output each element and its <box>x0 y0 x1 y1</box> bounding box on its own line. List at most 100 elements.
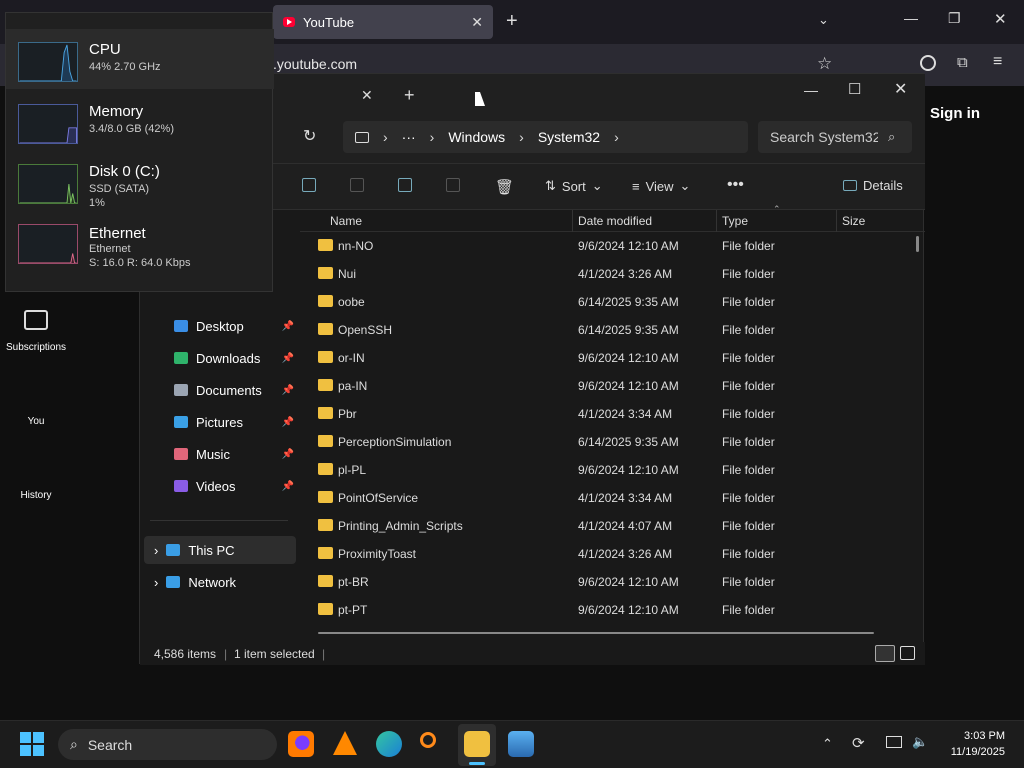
folder-icon <box>318 239 333 251</box>
menu-icon[interactable]: ≡ <box>993 53 1002 71</box>
pin-icon: 📌 <box>281 480 294 492</box>
start-button[interactable] <box>20 732 44 756</box>
share-button[interactable] <box>446 178 460 192</box>
column-type[interactable]: Type <box>722 214 748 228</box>
close-browser-button[interactable]: ✕ <box>994 10 1007 28</box>
view-button[interactable]: ≡ View ⌄ <box>632 178 690 194</box>
vlc-icon[interactable] <box>333 731 357 755</box>
tm-cpu[interactable]: CPU 44% 2.70 GHz <box>6 29 274 89</box>
sort-button[interactable]: ⇅ Sort ⌄ <box>545 178 603 194</box>
table-row[interactable]: OpenSSH 6/14/2025 9:35 AM File folder <box>300 316 910 344</box>
bookmark-star-icon[interactable]: ☆ <box>817 54 832 74</box>
account-icon[interactable] <box>920 55 936 71</box>
maximize-button[interactable]: ☐ <box>848 80 861 98</box>
tm-ethernet[interactable]: Ethernet Ethernet S: 16.0 R: 64.0 Kbps <box>6 211 274 271</box>
nav-network[interactable]: › Network <box>144 568 292 596</box>
minimize-button[interactable]: — <box>804 82 818 98</box>
rename-button[interactable] <box>398 178 412 192</box>
table-row[interactable]: PerceptionSimulation 6/14/2025 9:35 AM Fil… <box>300 428 910 456</box>
sidebar-history[interactable]: History <box>0 490 72 501</box>
file-type: File folder <box>722 519 775 533</box>
breadcrumb[interactable]: › ··· › Windows › System32 › <box>343 121 748 153</box>
table-row[interactable]: pt-BR 9/6/2024 12:10 AM File folder <box>300 568 910 596</box>
breadcrumb-windows[interactable]: Windows <box>448 129 505 145</box>
nav-label: This PC <box>188 542 235 558</box>
horizontal-scrollbar[interactable] <box>318 632 874 634</box>
taskbar-search[interactable]: ⌕ Search <box>58 729 277 760</box>
nav-documents[interactable]: Documents 📌 <box>150 376 298 404</box>
table-row[interactable]: pl-PL 9/6/2024 12:10 AM File folder <box>300 456 910 484</box>
nav-downloads[interactable]: Downloads 📌 <box>150 344 298 372</box>
column-date-modified[interactable]: Date modified <box>578 214 652 228</box>
nav-pictures[interactable]: Pictures 📌 <box>150 408 298 436</box>
table-row[interactable]: ProximityToast 4/1/2024 3:26 AM File folde… <box>300 540 910 568</box>
details-button[interactable]: Details <box>843 178 903 193</box>
table-row[interactable]: or-IN 9/6/2024 12:10 AM File folder <box>300 344 910 372</box>
nav-videos[interactable]: Videos 📌 <box>150 472 298 500</box>
delete-button[interactable]: 🗑 <box>495 178 514 196</box>
sidebar-you[interactable]: You <box>0 416 72 427</box>
monitor-icon[interactable] <box>355 131 369 143</box>
sidebar-subscriptions[interactable]: Subscriptions <box>0 342 72 353</box>
mouse-cursor-icon <box>475 92 485 106</box>
file-name: pt-PT <box>338 603 368 617</box>
nav-music[interactable]: Music 📌 <box>150 440 298 468</box>
file-type: File folder <box>722 323 775 337</box>
table-row[interactable]: Printing_Admin_Scripts 4/1/2024 4:07 AM Fi… <box>300 512 910 540</box>
breadcrumb-system32[interactable]: System32 <box>538 129 600 145</box>
more-options-icon[interactable]: ••• <box>727 176 744 194</box>
minimize-browser-button[interactable]: — <box>904 10 918 26</box>
new-tab-button[interactable]: + <box>506 10 518 33</box>
tm-memory[interactable]: Memory 3.4/8.0 GB (42%) <box>6 91 274 151</box>
extensions-icon[interactable]: ⧉ <box>957 54 968 71</box>
pin-icon: 📌 <box>281 384 294 396</box>
table-row[interactable]: Pbr 4/1/2024 3:34 AM File folder <box>300 400 910 428</box>
edge-icon[interactable] <box>376 731 402 757</box>
subscriptions-icon[interactable] <box>24 310 48 330</box>
close-button[interactable]: ✕ <box>894 79 907 99</box>
sync-icon[interactable]: ⟳ <box>852 734 865 752</box>
chevron-right-icon: › <box>154 542 159 558</box>
tm-disk[interactable]: Disk 0 (C:) SSD (SATA) 1% <box>6 151 274 211</box>
task-manager-icon[interactable] <box>508 731 534 757</box>
column-size[interactable]: Size <box>842 214 865 228</box>
close-tab-icon[interactable]: ✕ <box>471 14 483 31</box>
file-list: Name Date modified Type ⌃ Size nn-NO 9/6/… <box>300 204 925 642</box>
network-status-icon[interactable]: 🔈 <box>912 734 928 750</box>
table-row[interactable]: oobe 6/14/2025 9:35 AM File folder <box>300 288 910 316</box>
list-tabs-icon[interactable]: ⌄ <box>818 12 829 28</box>
file-date: 6/14/2025 9:35 AM <box>578 323 679 337</box>
search-icon: ⌕ <box>888 129 896 144</box>
paste-button[interactable] <box>350 178 364 192</box>
table-row[interactable]: Nui 4/1/2024 3:26 AM File folder <box>300 260 910 288</box>
copy-button[interactable] <box>302 178 316 192</box>
show-hidden-icons-chevron-icon[interactable]: ⌃ <box>822 736 833 752</box>
refresh-icon[interactable]: ↻ <box>303 126 316 146</box>
table-row[interactable]: PointOfService 4/1/2024 3:34 AM File folde… <box>300 484 910 512</box>
trash-icon: 🗑 <box>495 179 515 196</box>
vertical-scrollbar[interactable] <box>916 236 919 252</box>
close-tab-icon[interactable]: ✕ <box>361 87 373 104</box>
file-type: File folder <box>722 435 775 449</box>
search-input[interactable]: Search System32 ⌕ <box>758 121 912 153</box>
tiles-view-icon[interactable] <box>900 646 915 660</box>
status-bar: 4,586 items | 1 item selected | <box>140 642 925 665</box>
ellipsis-icon[interactable]: ··· <box>402 129 416 145</box>
file-explorer-icon[interactable] <box>464 731 490 757</box>
display-icon[interactable] <box>886 736 902 748</box>
table-row[interactable]: pt-PT 9/6/2024 12:10 AM File folder <box>300 596 910 624</box>
maximize-browser-button[interactable]: ❐ <box>948 10 961 27</box>
sign-in-button[interactable]: Sign in <box>930 100 1024 128</box>
details-view-icon[interactable] <box>875 645 895 662</box>
address-bar[interactable]: .youtube.com <box>273 56 357 72</box>
table-row[interactable]: pa-IN 9/6/2024 12:10 AM File folder <box>300 372 910 400</box>
column-name[interactable]: Name <box>330 214 362 228</box>
new-tab-button[interactable]: + <box>404 85 415 106</box>
magnifier-icon[interactable] <box>420 732 436 748</box>
nav-this-pc[interactable]: › This PC <box>144 536 296 564</box>
system-clock[interactable]: 3:03 PM 11/19/2025 <box>943 728 1005 760</box>
table-row[interactable]: nn-NO 9/6/2024 12:10 AM File folder <box>300 232 910 260</box>
nav-desktop[interactable]: Desktop 📌 <box>150 312 298 340</box>
firefox-icon[interactable] <box>288 731 314 757</box>
tab-youtube[interactable]: YouTube ✕ <box>273 5 493 39</box>
